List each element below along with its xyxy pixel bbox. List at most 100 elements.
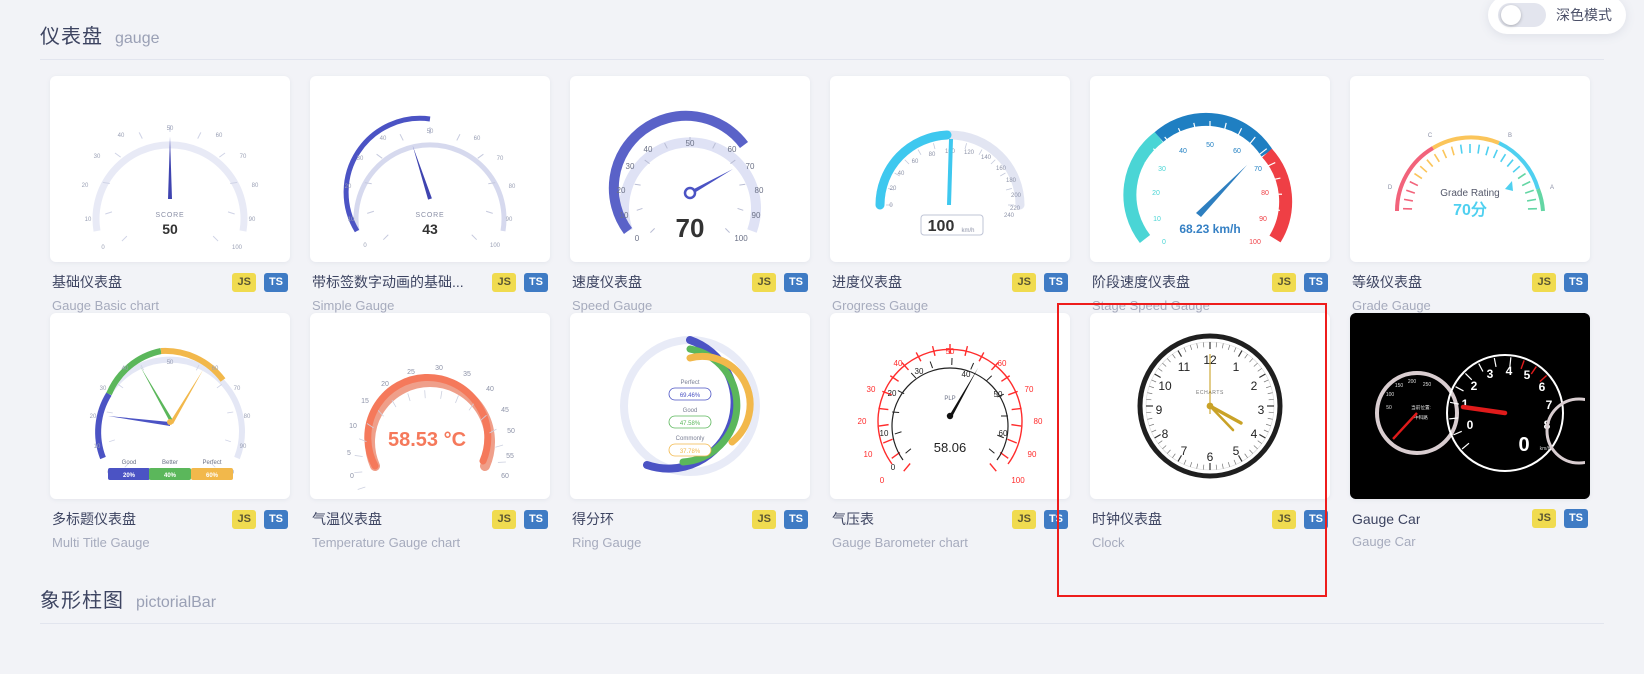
svg-text:60: 60	[216, 133, 223, 139]
tag-js[interactable]: JS	[492, 509, 516, 529]
svg-text:120: 120	[964, 150, 975, 156]
svg-text:80: 80	[252, 183, 259, 189]
tag-js[interactable]: JS	[1012, 509, 1036, 529]
tag-js[interactable]: JS	[232, 509, 256, 529]
tag-ts[interactable]: TS	[263, 509, 288, 529]
svg-text:100: 100	[1011, 476, 1025, 485]
tag-ts[interactable]: TS	[1563, 509, 1588, 528]
simple-gauge-chart: 0 10 20 30 40 50 60 70 80 90 100 SCORE 43	[343, 115, 516, 249]
gauge-car-chart: 50 100 150 200 250 当前位置: 中科路 0 1 2 3 4 5…	[1355, 313, 1585, 499]
tag-js[interactable]: JS	[492, 272, 516, 292]
svg-text:200: 200	[1011, 193, 1022, 199]
svg-text:70: 70	[497, 156, 504, 162]
card-title: 气压表	[832, 511, 874, 527]
card-temperature-gauge[interactable]: 05 10 15 20 25 30 35 40 45 50 55 60 58.53 °C …	[300, 313, 560, 550]
svg-text:40%: 40%	[164, 473, 177, 479]
tag-ts[interactable]: TS	[523, 272, 548, 292]
tag-js[interactable]: JS	[1532, 272, 1556, 292]
svg-text:2: 2	[1251, 379, 1258, 393]
svg-text:90: 90	[249, 217, 256, 223]
svg-text:7: 7	[1181, 444, 1188, 458]
tag-js[interactable]: JS	[752, 509, 776, 529]
tag-ts[interactable]: TS	[1043, 272, 1068, 292]
card-preview-gauge-car[interactable]: 50 100 150 200 250 当前位置: 中科路 0 1 2 3 4 5…	[1350, 313, 1590, 499]
dark-mode-toggle[interactable]: 深色模式	[1488, 0, 1626, 34]
svg-text:80: 80	[1261, 190, 1269, 197]
svg-text:Good: Good	[683, 408, 698, 414]
card-title: 时钟仪表盘	[1092, 511, 1162, 527]
svg-text:0: 0	[1162, 239, 1166, 246]
card-title: 阶段速度仪表盘	[1092, 274, 1190, 290]
svg-text:10: 10	[1153, 216, 1161, 223]
card-meta-gauge-car: Gauge Car JS TS Gauge Car	[1350, 499, 1590, 549]
tag-js[interactable]: JS	[1272, 272, 1296, 292]
card-ring-gauge[interactable]: Perfect 69.46% Good 47.58% Commonly 37.7…	[560, 313, 820, 550]
card-stage-speed-gauge[interactable]: 0 10 20 30 40 50 60 70 80 90 100 68.23 k…	[1080, 76, 1340, 313]
tag-js[interactable]: JS	[1532, 509, 1556, 528]
svg-text:20%: 20%	[123, 473, 136, 479]
card-tags: JS TS	[1012, 509, 1068, 529]
card-speed-gauge[interactable]: 0 10 20 30 40 50 60 70 80 90 100 70 速度仪表盘	[560, 76, 820, 313]
svg-text:20: 20	[82, 183, 89, 189]
svg-text:Good: Good	[122, 460, 137, 466]
card-preview-gauge-basic[interactable]: 0 10 20 30 40 50 60 70 80 90 100 SCORE 50	[50, 76, 290, 262]
speed-gauge-chart: 0 10 20 30 40 50 60 70 80 90 100 70	[608, 110, 764, 243]
tag-ts[interactable]: TS	[1303, 509, 1328, 529]
card-clock-gauge[interactable]: 12 1 2 3 4 5 6 7 8 9 10 11 ECHARTS	[1080, 313, 1340, 550]
card-meta-progress-gauge: 进度仪表盘 JS TS Grogress Gauge	[830, 262, 1070, 313]
gauge-section-subtitle: gauge	[115, 30, 160, 47]
card-gauge-basic[interactable]: 0 10 20 30 40 50 60 70 80 90 100 SCORE 50 基础仪…	[40, 76, 300, 313]
card-preview-speed-gauge[interactable]: 0 10 20 30 40 50 60 70 80 90 100 70	[570, 76, 810, 262]
tag-ts[interactable]: TS	[523, 509, 548, 529]
svg-text:50: 50	[946, 347, 955, 356]
dark-mode-switch[interactable]	[1498, 3, 1546, 27]
card-preview-clock-gauge[interactable]: 12 1 2 3 4 5 6 7 8 9 10 11 ECHARTS	[1090, 313, 1330, 499]
card-preview-stage-speed-gauge[interactable]: 0 10 20 30 40 50 60 70 80 90 100 68.23 k…	[1090, 76, 1330, 262]
svg-text:40: 40	[380, 136, 387, 142]
card-preview-progress-gauge[interactable]: 020 4060 80100 120140 160180 200220 240 …	[830, 76, 1070, 262]
card-preview-temperature-gauge[interactable]: 0 5 10 15 20 25 30 35 40 45 50 55 60 58.53 °C	[310, 313, 550, 499]
card-multi-title-gauge[interactable]: 010 2030 4050 6070 8090 100 Good Better	[40, 313, 300, 550]
card-preview-barometer-gauge[interactable]: 0 10 20 30 40 50 60 70 80 90 100 0 10 20…	[830, 313, 1070, 499]
stage-speed-gauge-chart: 0 10 20 30 40 50 60 70 80 90 100 68.23 k…	[1123, 113, 1293, 246]
card-gauge-car[interactable]: 50 100 150 200 250 当前位置: 中科路 0 1 2 3 4 5…	[1340, 313, 1600, 550]
card-grade-gauge[interactable]: D C B A Grade Rating 70分 等级仪表盘 JS TS Gra…	[1340, 76, 1600, 313]
tag-ts[interactable]: TS	[1043, 509, 1068, 529]
tag-js[interactable]: JS	[1272, 509, 1296, 529]
card-progress-gauge[interactable]: 020 4060 80100 120140 160180 200220 240 …	[820, 76, 1080, 313]
card-preview-multi-title-gauge[interactable]: 010 2030 4050 6070 8090 100 Good Better	[50, 313, 290, 499]
tag-ts[interactable]: TS	[1563, 272, 1588, 292]
barometer-gauge-chart: 010 2030 4050 6070 8090 100 010 2030 405…	[858, 344, 1043, 485]
svg-text:Perfect: Perfect	[202, 460, 221, 466]
svg-text:0: 0	[363, 243, 367, 249]
svg-text:20: 20	[858, 417, 867, 426]
card-title: 速度仪表盘	[572, 274, 642, 290]
gauge-card-grid: 0 10 20 30 40 50 60 70 80 90 100 SCORE 50 基础仪…	[40, 60, 1604, 550]
card-tags: JS TS	[1272, 509, 1328, 529]
tag-js[interactable]: JS	[752, 272, 776, 292]
svg-text:0: 0	[101, 245, 105, 251]
svg-text:80: 80	[755, 186, 764, 195]
card-preview-simple-gauge[interactable]: 0 10 20 30 40 50 60 70 80 90 100 SCORE 43	[310, 76, 550, 262]
svg-text:C: C	[1428, 133, 1433, 139]
tag-ts[interactable]: TS	[1303, 272, 1328, 292]
card-preview-ring-gauge[interactable]: Perfect 69.46% Good 47.58% Commonly 37.7…	[570, 313, 810, 499]
svg-text:40: 40	[118, 133, 125, 139]
card-tags: JS TS	[1532, 509, 1588, 528]
tag-ts[interactable]: TS	[783, 272, 808, 292]
pictorialbar-section-subtitle: pictorialBar	[136, 594, 217, 611]
svg-text:60: 60	[999, 429, 1008, 438]
svg-text:50: 50	[1206, 142, 1214, 149]
tag-js[interactable]: JS	[232, 272, 256, 292]
svg-text:70: 70	[234, 386, 241, 392]
svg-text:70: 70	[676, 213, 705, 243]
tag-ts[interactable]: TS	[263, 272, 288, 292]
svg-text:50: 50	[167, 126, 174, 132]
svg-text:140: 140	[981, 155, 992, 161]
tag-ts[interactable]: TS	[783, 509, 808, 529]
card-simple-gauge[interactable]: 0 10 20 30 40 50 60 70 80 90 100 SCORE 43 带标签…	[300, 76, 560, 313]
tag-js[interactable]: JS	[1012, 272, 1036, 292]
svg-text:60: 60	[998, 359, 1007, 368]
card-preview-grade-gauge[interactable]: D C B A Grade Rating 70分	[1350, 76, 1590, 262]
card-barometer-gauge[interactable]: 0 10 20 30 40 50 60 70 80 90 100 0 10 20…	[820, 313, 1080, 550]
